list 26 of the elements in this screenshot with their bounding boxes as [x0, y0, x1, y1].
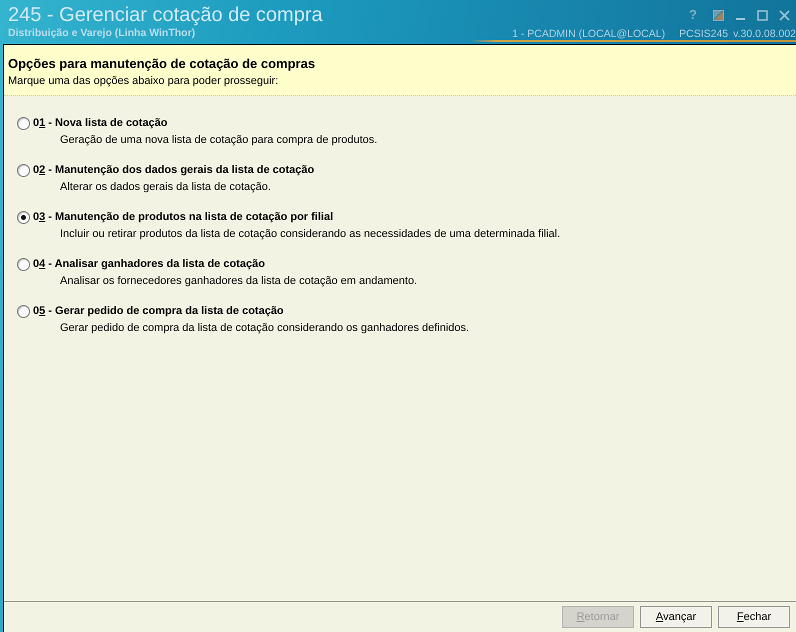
radio-button[interactable]	[17, 304, 30, 318]
close-icon[interactable]	[779, 10, 790, 20]
header-title: Opções para manutenção de cotação de compras	[8, 56, 316, 72]
option-description: Alterar os dados gerais da lista de cotação.	[60, 180, 272, 194]
radio-button[interactable]	[17, 210, 30, 224]
option-description: Analisar os fornecedores ganhadores da lista de cotação em andamento.	[60, 274, 418, 288]
dialog-button[interactable]: Avançar	[640, 606, 712, 628]
dialog-button[interactable]: Fechar	[718, 606, 790, 628]
window-subtitle: Distribuição e Varejo (Linha WinThor)	[8, 26, 196, 40]
radio-button[interactable]	[17, 116, 30, 130]
header-instruction: Marque uma das opções abaixo para poder prosseguir:	[8, 74, 280, 88]
program-code: PCSIS245	[679, 28, 728, 41]
option-description: Gerar pedido de compra da lista de cotação considerando os ganhadores definidos.	[60, 321, 470, 335]
radio-button[interactable]	[17, 164, 30, 176]
option-label[interactable]: 02 - Manutenção dos dados gerais da lista de cotação	[33, 163, 314, 177]
option-label[interactable]: 05 - Gerar pedido de compra da lista de cotação	[33, 304, 284, 318]
session-info: 1 - PCADMIN (LOCAL@LOCAL)	[512, 28, 666, 41]
version-label: v.30.0.08.002	[733, 28, 796, 41]
option-label[interactable]: 04 - Analisar ganhadores da lista de cotação	[33, 257, 265, 271]
radio-button[interactable]	[17, 258, 30, 270]
option-description: Incluir ou retirar produtos da lista de cotação considerando as necessidades de uma determinada filial.	[60, 227, 562, 241]
option-label[interactable]: 01 - Nova lista de cotação	[33, 116, 168, 130]
window-title: 245 - Gerenciar cotação de compra	[8, 3, 323, 27]
maximize-icon[interactable]	[757, 10, 768, 20]
option-label[interactable]: 03 - Manutenção de produtos na lista de cotação por filial	[33, 210, 334, 224]
option-description: Geração de uma nova lista de cotação para compra de produtos.	[60, 133, 378, 147]
